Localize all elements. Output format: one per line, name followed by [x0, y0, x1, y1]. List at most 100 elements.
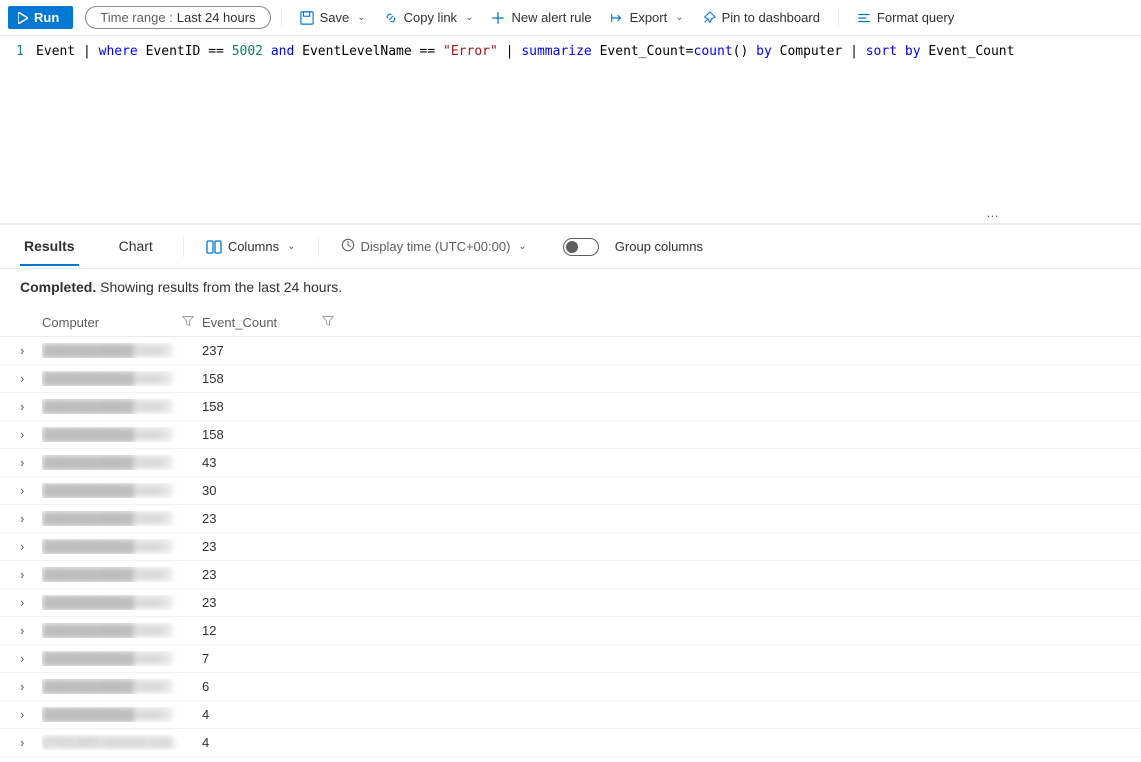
separator — [183, 237, 184, 257]
filter-icon[interactable] — [322, 315, 334, 330]
expand-icon[interactable]: › — [20, 595, 42, 610]
expand-icon[interactable]: › — [20, 399, 42, 414]
expand-icon[interactable]: › — [20, 539, 42, 554]
copy-link-button[interactable]: Copy link ⌄ — [376, 6, 482, 29]
expand-icon[interactable]: › — [20, 679, 42, 694]
query-toolbar: Run Time range : Last 24 hours Save ⌄ Co… — [0, 0, 1141, 36]
header-event-count[interactable]: Event_Count — [202, 315, 342, 330]
tab-results[interactable]: Results — [20, 228, 79, 266]
tab-chart[interactable]: Chart — [115, 228, 157, 266]
expand-icon[interactable]: › — [20, 623, 42, 638]
table-row[interactable]: ›██████████.com158 — [0, 421, 1141, 449]
token: Computer — [780, 44, 843, 59]
expand-icon[interactable]: › — [20, 511, 42, 526]
separator — [281, 8, 282, 28]
table-row[interactable]: ›██████████.com12 — [0, 617, 1141, 645]
line-number: 1 — [0, 42, 24, 62]
table-row[interactable]: ›██████████.com43 — [0, 449, 1141, 477]
format-label: Format query — [877, 10, 954, 25]
token: "Error" — [443, 44, 498, 59]
expand-icon[interactable]: › — [20, 343, 42, 358]
time-range-picker[interactable]: Time range : Last 24 hours — [85, 6, 270, 29]
cell-event-count: 23 — [202, 539, 342, 554]
token: 5002 — [232, 44, 263, 59]
cell-computer: ██████████.com — [42, 539, 202, 554]
new-alert-button[interactable]: New alert rule — [483, 6, 599, 29]
pin-button[interactable]: Pin to dashboard — [694, 6, 828, 29]
table-row[interactable]: ›██████████.com30 — [0, 477, 1141, 505]
status-line: Completed. Showing results from the last… — [0, 269, 1141, 309]
status-completed: Completed. — [20, 279, 96, 295]
token: | — [498, 44, 521, 59]
cell-computer: ██████████.com — [42, 651, 202, 666]
expand-icon[interactable]: › — [20, 455, 42, 470]
table-row[interactable]: ›██████████.com7 — [0, 645, 1141, 673]
group-columns-label: Group columns — [615, 239, 703, 254]
cell-event-count: 237 — [202, 343, 342, 358]
group-columns-toggle[interactable] — [563, 238, 599, 256]
query-editor-wrap: 1 Event | where EventID == 5002 and Even… — [0, 36, 1141, 225]
display-time-label: Display time (UTC+00:00) — [361, 239, 511, 254]
query-code[interactable]: Event | where EventID == 5002 and EventL… — [36, 42, 1014, 62]
header-computer[interactable]: Computer — [42, 315, 202, 330]
expand-icon[interactable]: › — [20, 567, 42, 582]
pin-label: Pin to dashboard — [722, 10, 820, 25]
cell-event-count: 23 — [202, 511, 342, 526]
time-range-value: Last 24 hours — [177, 10, 256, 25]
cell-computer: ██████████.com — [42, 595, 202, 610]
filter-icon[interactable] — [182, 315, 194, 330]
cell-event-count: 7 — [202, 651, 342, 666]
table-row[interactable]: ›██████████.com158 — [0, 393, 1141, 421]
chevron-down-icon: ⌄ — [465, 12, 473, 23]
cell-computer: ██████████.com — [42, 483, 202, 498]
expand-icon[interactable]: › — [20, 427, 42, 442]
table-row[interactable]: ›97XNJM2.rancorp.com4 — [0, 729, 1141, 757]
table-row[interactable]: ›██████████.com23 — [0, 505, 1141, 533]
expand-icon[interactable]: › — [20, 483, 42, 498]
cell-event-count: 23 — [202, 595, 342, 610]
cell-computer: ██████████.com — [42, 707, 202, 722]
expand-icon[interactable]: › — [20, 651, 42, 666]
cell-computer: ██████████.com — [42, 679, 202, 694]
token: sort by — [866, 44, 921, 59]
save-icon — [300, 11, 314, 25]
cell-event-count: 158 — [202, 427, 342, 442]
token: where — [99, 44, 138, 59]
table-header: Computer Event_Count — [0, 309, 1141, 337]
table-row[interactable]: ›██████████.com6 — [0, 673, 1141, 701]
more-icon[interactable]: … — [986, 205, 1001, 220]
table-row[interactable]: ›██████████.com23 — [0, 561, 1141, 589]
cell-computer: 97XNJM2.rancorp.com — [42, 735, 202, 750]
run-button[interactable]: Run — [8, 6, 73, 29]
separator — [838, 8, 839, 28]
line-number-gutter: 1 — [0, 42, 36, 62]
toggle-knob — [566, 241, 578, 253]
token: () — [733, 44, 749, 59]
cell-event-count: 12 — [202, 623, 342, 638]
display-time-button[interactable]: Display time (UTC+00:00) ⌄ — [335, 234, 533, 259]
cell-computer: ██████████.com — [42, 455, 202, 470]
columns-button[interactable]: Columns ⌄ — [200, 235, 302, 258]
time-range-label: Time range : — [100, 10, 173, 25]
save-button[interactable]: Save ⌄ — [292, 6, 374, 29]
export-button[interactable]: Export ⌄ — [602, 6, 692, 29]
header-count-label: Event_Count — [202, 315, 277, 330]
expand-icon[interactable]: › — [20, 707, 42, 722]
token: Event — [36, 44, 75, 59]
pin-icon — [702, 11, 716, 25]
cell-event-count: 23 — [202, 567, 342, 582]
table-row[interactable]: ›██████████.com237 — [0, 337, 1141, 365]
format-query-button[interactable]: Format query — [849, 6, 962, 29]
expand-icon[interactable]: › — [20, 735, 42, 750]
query-editor[interactable]: 1 Event | where EventID == 5002 and Even… — [0, 36, 1141, 224]
cell-event-count: 4 — [202, 735, 342, 750]
table-row[interactable]: ›██████████.com23 — [0, 533, 1141, 561]
table-row[interactable]: ›██████████.com4 — [0, 701, 1141, 729]
format-icon — [857, 11, 871, 25]
table-row[interactable]: ›██████████.com158 — [0, 365, 1141, 393]
table-row[interactable]: ›██████████.com23 — [0, 589, 1141, 617]
save-label: Save — [320, 10, 350, 25]
expand-icon[interactable]: › — [20, 371, 42, 386]
cell-computer: ██████████.com — [42, 511, 202, 526]
token: count — [694, 44, 733, 59]
